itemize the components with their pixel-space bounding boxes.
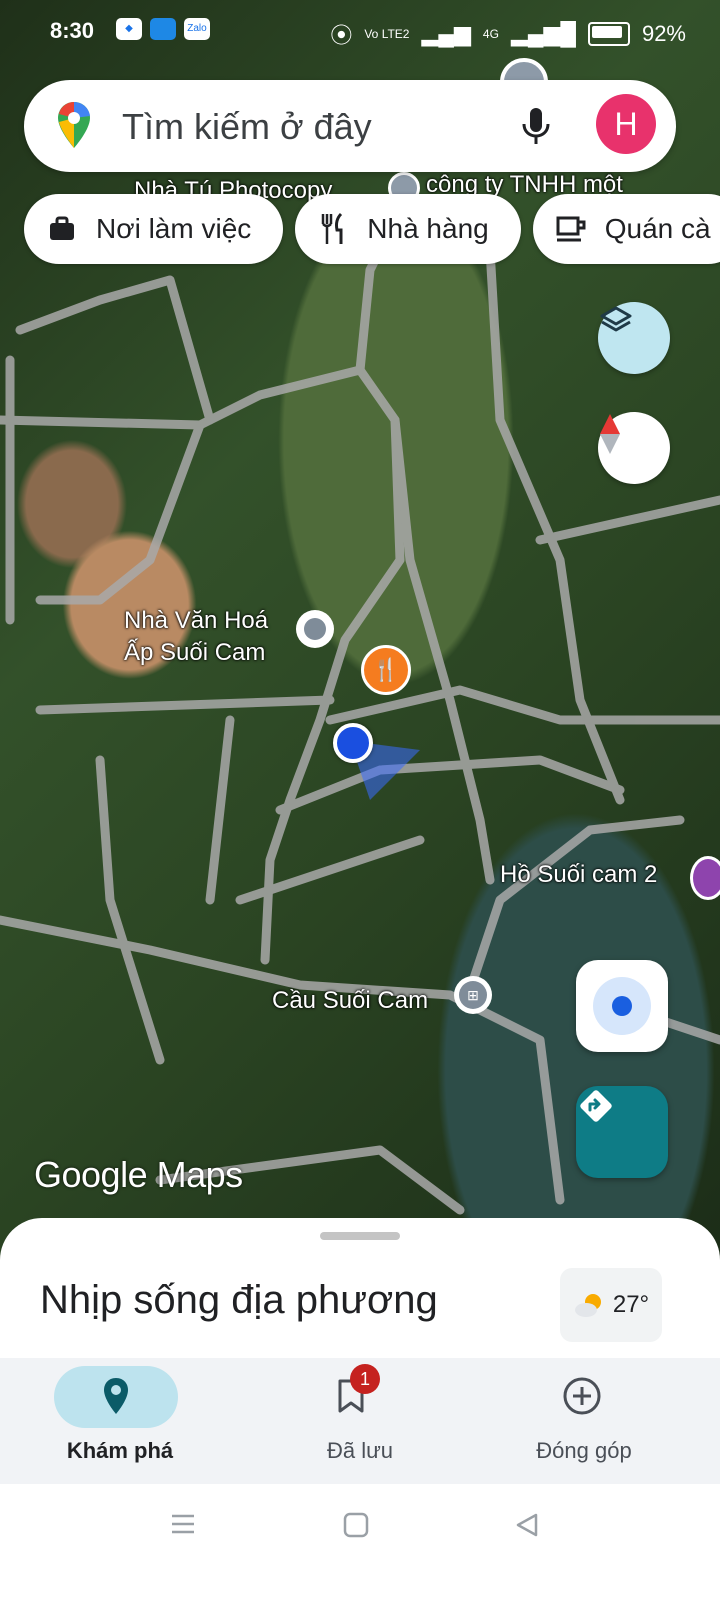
tab-explore-label: Khám phá (66, 1438, 174, 1463)
briefcase-icon (44, 211, 80, 247)
sheet-drag-handle[interactable] (320, 1232, 400, 1240)
map-view[interactable]: Nhà Tú Photocopy công ty TNHH một Nhà Vă… (0, 0, 720, 1260)
battery-percent: 92% (641, 21, 686, 46)
zalo-app-icon: Zalo (184, 18, 210, 40)
chip-label: Quán cà (604, 213, 711, 244)
fork-knife-icon (315, 211, 351, 247)
account-avatar[interactable]: H (596, 94, 656, 154)
status-time: 8:30 (50, 18, 95, 43)
directions-icon (580, 1090, 612, 1122)
my-location-button[interactable] (576, 960, 668, 1052)
chip-label: Nơi làm việc (96, 213, 252, 244)
layers-icon (600, 306, 632, 332)
signal-icon: ▂▄▆ (421, 21, 471, 46)
tab-saved[interactable]: 1 Đã lưu (240, 1358, 480, 1484)
mic-icon[interactable] (512, 102, 560, 150)
google-maps-logo-icon (58, 102, 90, 148)
map-label-lake[interactable]: Hồ Suối cam 2 (500, 860, 657, 890)
browser-app-icon (150, 18, 176, 40)
battery-icon (587, 22, 630, 46)
map-label-cultural-house-line1[interactable]: Nhà Văn Hoá (124, 606, 268, 636)
layers-button[interactable] (598, 302, 670, 374)
category-chips: Nơi làm việc Nhà hàng Quán cà (24, 194, 720, 264)
tab-explore[interactable]: Khám phá (0, 1358, 240, 1484)
explore-pin-icon (104, 1378, 128, 1414)
back-icon[interactable] (514, 1512, 540, 1538)
tab-contribute[interactable]: Đóng góp (464, 1358, 704, 1484)
network-label: Vo LTE2 (364, 27, 410, 41)
saved-count-badge: 1 (350, 1364, 380, 1394)
notification-app-icon: ◆ (116, 18, 142, 40)
status-app-icons: ◆ Zalo (116, 18, 210, 40)
network-type: 4G (482, 27, 499, 41)
tab-saved-label: Đã lưu (326, 1438, 394, 1463)
home-icon[interactable] (343, 1512, 369, 1538)
chip-restaurants[interactable]: Nhà hàng (295, 194, 521, 264)
partly-cloudy-icon (574, 1294, 601, 1317)
bottom-navigation: Khám phá 1 Đã lưu Đóng góp (0, 1358, 720, 1484)
explore-sheet[interactable]: Nhịp sống địa phương 27° (0, 1218, 720, 1358)
search-bar[interactable]: H (24, 80, 676, 172)
chip-cafe[interactable]: Quán cà (532, 194, 720, 264)
map-label-cultural-house-line2[interactable]: Ấp Suối Cam (124, 638, 265, 668)
signal-icon: ▂▄▆█ (510, 21, 576, 46)
search-input[interactable] (120, 96, 504, 158)
my-location-dot (333, 723, 373, 763)
status-indicators: ⦿ Vo LTE2 ▂▄▆ 4G ▂▄▆█ 92% (330, 18, 686, 50)
coffee-cup-icon (553, 211, 589, 247)
map-label-bridge[interactable]: Cầu Suối Cam (272, 986, 428, 1016)
google-maps-watermark: Google Maps (34, 1154, 243, 1195)
tab-contribute-label: Đóng góp (536, 1438, 632, 1463)
lake-pin-icon[interactable] (690, 856, 720, 900)
directions-button[interactable] (576, 1086, 668, 1178)
chip-workplace[interactable]: Nơi làm việc (24, 194, 284, 264)
restaurant-pin-icon[interactable]: 🍴 (361, 645, 411, 695)
sheet-title: Nhịp sống địa phương (40, 1278, 438, 1322)
my-location-icon (593, 977, 651, 1035)
system-navigation-bar (0, 1484, 720, 1612)
add-circle-icon (563, 1377, 601, 1415)
bridge-pin-icon[interactable]: ⊞ (454, 976, 492, 1014)
compass-button[interactable] (598, 412, 670, 484)
menu-icon[interactable] (170, 1512, 196, 1536)
cultural-house-pin-icon[interactable] (296, 610, 334, 648)
weather-chip[interactable]: 27° (560, 1268, 662, 1342)
temperature: 27° (612, 1291, 650, 1318)
compass-icon (600, 414, 620, 454)
location-status-icon: ⦿ (330, 23, 353, 48)
chip-label: Nhà hàng (367, 213, 489, 244)
status-bar: 8:30 ◆ Zalo ⦿ Vo LTE2 ▂▄▆ 4G ▂▄▆█ 92% (0, 0, 720, 64)
